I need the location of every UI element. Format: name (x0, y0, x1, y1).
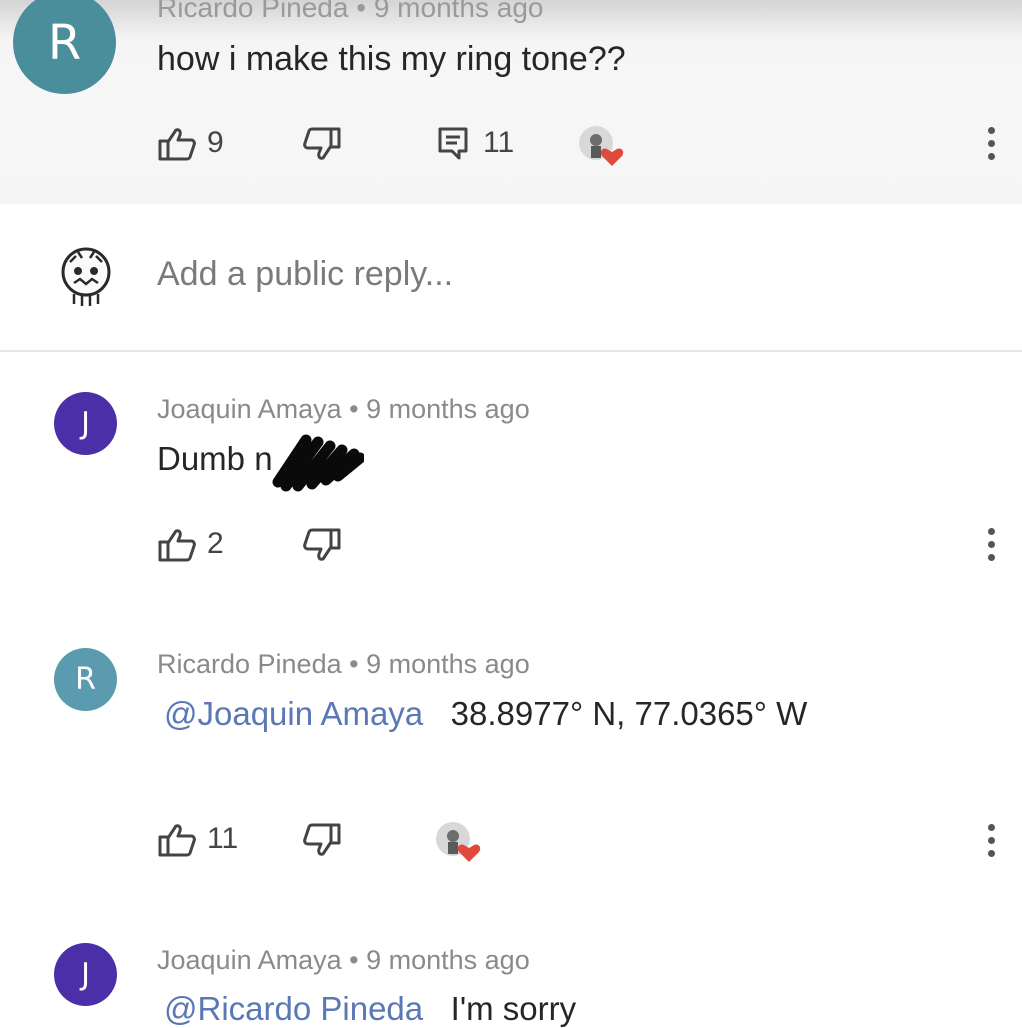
comment-text: @Ricardo Pineda I'm sorry (164, 990, 576, 1028)
creator-heart-icon (436, 822, 481, 862)
comment-text-body: I'm sorry (450, 990, 577, 1027)
avatar[interactable]: R (54, 648, 117, 711)
thumbs-up-icon[interactable] (157, 822, 197, 858)
mention-link[interactable]: @Ricardo Pineda (164, 990, 423, 1027)
comment-author[interactable]: Ricardo Pineda (157, 649, 342, 679)
reply-count[interactable]: 11 (483, 126, 514, 160)
comment-meta: Ricardo Pineda • 9 months ago (157, 649, 530, 679)
comment-author[interactable]: Joaquin Amaya (157, 394, 342, 424)
comment-text-body: 38.8977° N, 77.0365° W (450, 695, 808, 732)
thumbs-down-icon[interactable] (302, 527, 342, 563)
comment-text: how i make this my ring tone?? (157, 40, 626, 78)
thumbs-down-icon[interactable] (302, 126, 342, 162)
avatar[interactable]: J (54, 943, 117, 1006)
thumbs-up-icon[interactable] (157, 527, 197, 563)
reply-input[interactable] (157, 255, 857, 294)
comment-meta: Joaquin Amaya • 9 months ago (157, 945, 530, 975)
comment-time: 9 months ago (373, 0, 544, 23)
like-count: 9 (207, 126, 224, 159)
redaction-scribble (272, 434, 364, 492)
more-vert-icon[interactable] (986, 127, 996, 167)
comment-author[interactable]: Ricardo Pineda (157, 0, 348, 23)
like-count: 2 (207, 527, 224, 560)
thumbs-down-icon[interactable] (302, 822, 342, 858)
comment-time: 9 months ago (366, 945, 530, 975)
user-avatar-icon (61, 247, 111, 306)
creator-heart-icon (579, 126, 624, 166)
comment-author[interactable]: Joaquin Amaya (157, 945, 342, 975)
comment-text: @Joaquin Amaya 38.8977° N, 77.0365° W (164, 695, 807, 733)
comment-icon[interactable] (437, 126, 469, 160)
comment-time: 9 months ago (366, 394, 530, 424)
comment-meta: Joaquin Amaya • 9 months ago (157, 394, 530, 424)
like-count: 11 (207, 822, 239, 855)
highlighted-comment (0, 0, 1022, 204)
comment-text: Dumb n (157, 440, 273, 477)
comment-time: 9 months ago (366, 649, 530, 679)
avatar[interactable]: J (54, 392, 117, 455)
thumbs-up-icon[interactable] (157, 126, 197, 162)
mention-link[interactable]: @Joaquin Amaya (164, 695, 423, 732)
more-vert-icon[interactable] (986, 824, 996, 864)
divider (0, 350, 1022, 352)
comment-meta: Ricardo Pineda • 9 months ago (157, 0, 544, 24)
more-vert-icon[interactable] (986, 528, 996, 568)
